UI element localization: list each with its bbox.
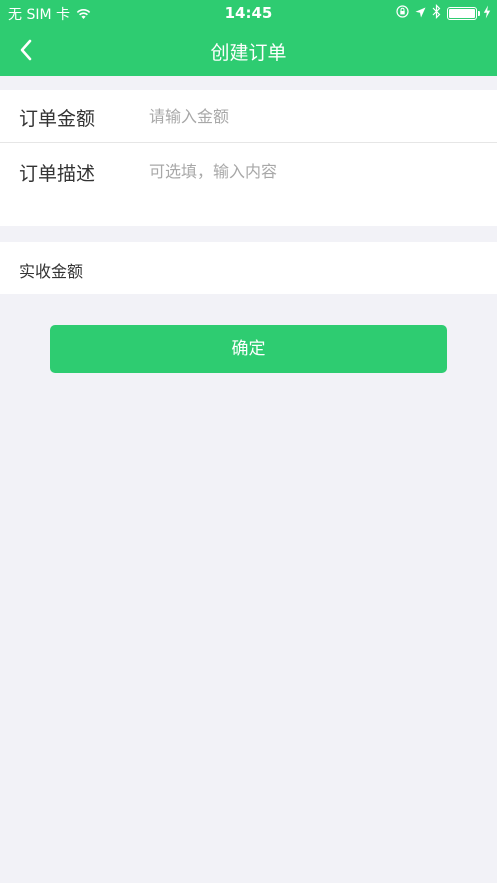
nav-bar: 创建订单 [0,26,497,76]
confirm-button[interactable]: 确定 [50,325,447,373]
received-amount-label: 实收金额 [19,262,84,281]
order-form: 订单金额 订单描述 [0,90,497,226]
bluetooth-icon [432,4,441,23]
amount-input[interactable] [149,102,469,130]
battery-fill [449,9,475,18]
app-header: 无 SIM 卡 14:45 创建订单 [0,0,497,76]
description-label: 订单描述 [19,163,96,185]
battery-icon [447,7,480,20]
status-right-group [396,4,491,23]
status-bar: 无 SIM 卡 14:45 [0,0,497,26]
charging-icon [483,5,491,23]
description-row: 订单描述 [0,144,497,226]
page-title: 创建订单 [210,42,287,64]
description-input[interactable] [149,158,469,218]
orientation-lock-icon [396,5,409,22]
received-amount-row: 实收金额 [0,242,497,294]
amount-row: 订单金额 [0,90,497,143]
amount-label: 订单金额 [19,108,96,130]
location-icon [415,6,426,22]
